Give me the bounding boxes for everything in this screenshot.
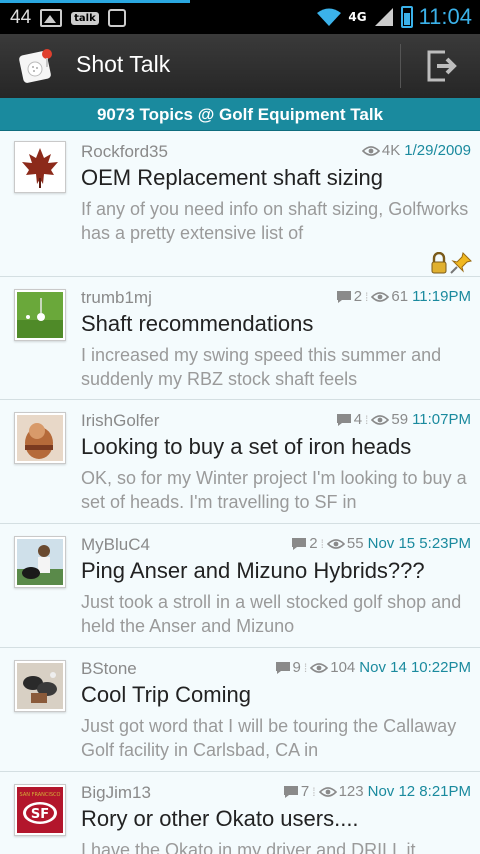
avatar-logo-text: SAN FRANCISCO [20,792,61,798]
avatar [14,536,66,588]
topic-meta: 2 ⁞ 55 Nov 15 5:23PM [291,535,471,552]
person-photo-avatar-icon [17,415,63,461]
topic-preview: Just took a stroll in a well stocked gol… [81,592,462,636]
topic-title[interactable]: OEM Replacement shaft sizing [81,165,383,191]
status-time: 11:04 [418,4,472,29]
avatar [14,660,66,712]
meta-separator: ⁞ [320,536,324,551]
topic-time: 11:19PM [412,288,471,305]
lock-icon [431,252,447,274]
topic-item[interactable]: BStone 9 ⁞ 104 Nov 14 10:22PM Cool Trip … [0,648,480,772]
replies-count: 2 [353,288,363,305]
replies-icon [336,290,351,303]
topic-author[interactable]: MyBluC4 [81,535,150,555]
views-icon [361,145,380,156]
replies-count: 4 [353,411,363,428]
replies-icon [336,413,351,426]
app-title: Shot Talk [76,51,171,77]
topic-preview: If any of you need info on shaft sizing,… [81,199,469,243]
golf-ball-avatar-icon [17,292,63,338]
pin-icon [450,252,472,274]
message-notification-icon [107,9,126,27]
avatar [14,289,66,341]
avatar: SAN FRANCISCO SF [14,784,66,836]
topic-item[interactable]: IrishGolfer 4 ⁞ 59 11:07PM Looking to bu… [0,400,480,524]
topic-time: 1/29/2009 [404,142,471,159]
topic-item[interactable]: SAN FRANCISCO SF BigJim13 7 ⁞ 123 Nov 12… [0,772,480,854]
topic-meta: 4 ⁞ 59 11:07PM [336,411,471,428]
topic-title[interactable]: Shaft recommendations [81,311,313,337]
avatar [14,141,66,193]
views-icon [310,662,329,673]
topic-list: Rockford35 4K 1/29/2009 OEM Replacement … [0,131,480,854]
replies-icon [283,785,298,798]
views-icon [371,414,390,425]
topic-preview: OK, so for my Winter project I'm looking… [81,468,467,512]
app-logo-icon[interactable] [18,46,58,86]
topic-time: Nov 15 5:23PM [367,535,471,552]
topic-title[interactable]: Looking to buy a set of iron heads [81,434,411,460]
topic-preview: Just got word that I will be touring the… [81,716,457,760]
maple-leaf-avatar-icon [17,144,63,190]
status-progress-strip [0,0,190,3]
meta-separator: ⁞ [365,289,369,304]
topic-author[interactable]: IrishGolfer [81,411,159,431]
gallery-notification-icon [40,9,63,27]
network-type: 4G [348,9,367,24]
views-count: 4K [381,142,401,159]
replies-icon [292,537,307,550]
battery-icon [400,6,413,28]
talk-notification-icon: talk [71,11,99,25]
meta-separator: ⁞ [303,660,308,675]
logout-button[interactable] [401,34,480,98]
meta-separator: ⁞ [365,412,369,427]
topic-author[interactable]: Rockford35 [81,142,168,162]
topic-title[interactable]: Cool Trip Coming [81,682,251,708]
replies-count: 9 [292,659,301,676]
person-with-dog-avatar-icon [17,539,63,585]
views-count: 55 [346,535,364,552]
forum-topics-header: 9073 Topics @ Golf Equipment Talk [0,98,480,131]
49ers-logo-avatar-icon: SAN FRANCISCO SF [17,787,63,833]
action-bar: Shot Talk [0,34,480,98]
views-count: 104 [330,659,356,676]
topic-author[interactable]: BigJim13 [81,783,151,803]
replies-icon [275,661,290,674]
topic-meta: 9 ⁞ 104 Nov 14 10:22PM [275,659,471,676]
signal-icon [374,8,393,26]
topic-item[interactable]: MyBluC4 2 ⁞ 55 Nov 15 5:23PM Ping Anser … [0,524,480,648]
topic-meta: 2 ⁞ 61 11:19PM [336,288,471,305]
topic-meta: 7 ⁞ 123 Nov 12 8:21PM [283,783,471,800]
golf-clubs-avatar-icon [17,663,63,709]
notification-count: 44 [10,7,32,28]
topic-preview: I increased my swing speed this summer a… [81,345,442,389]
views-icon [371,291,390,302]
views-icon [326,538,345,549]
topic-title[interactable]: Ping Anser and Mizuno Hybrids??? [81,558,425,584]
views-count: 61 [391,288,409,305]
topic-time: Nov 14 10:22PM [359,659,471,676]
replies-count: 7 [300,783,310,800]
topic-time: Nov 12 8:21PM [367,783,471,800]
status-bar: 44 talk 4G 11:04 [0,0,480,34]
views-count: 123 [338,783,364,800]
meta-separator: ⁞ [312,784,316,799]
topic-item[interactable]: Rockford35 4K 1/29/2009 OEM Replacement … [0,131,480,277]
views-count: 59 [391,411,409,428]
topic-item[interactable]: trumb1mj 2 ⁞ 61 11:19PM Shaft recommenda… [0,277,480,400]
topic-time: 11:07PM [412,411,471,428]
topic-preview: I have the Okato in my driver and DRILL … [81,840,421,854]
wifi-icon [317,8,342,26]
views-icon [318,786,337,797]
topic-meta: 4K 1/29/2009 [361,142,471,159]
topic-author[interactable]: BStone [81,659,137,679]
topic-title[interactable]: Rory or other Okato users.... [81,806,359,832]
replies-count: 2 [309,535,318,552]
svg-text:SF: SF [31,807,49,822]
topic-author[interactable]: trumb1mj [81,288,152,308]
logout-icon [427,50,457,82]
avatar [14,412,66,464]
topic-flags [430,252,472,274]
